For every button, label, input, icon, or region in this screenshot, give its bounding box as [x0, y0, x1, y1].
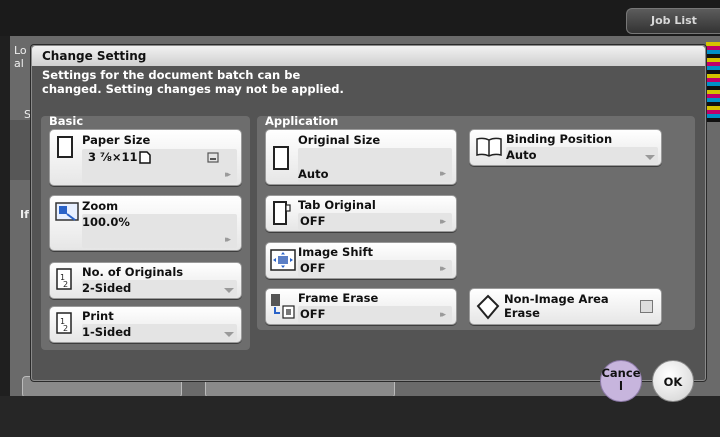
chevron-right-icon: ▸▸ [440, 169, 446, 179]
basic-panel: Basic Paper Size 3 ⅞×11 ▸▸ Zoom 100.0% ▸… [41, 114, 250, 350]
original-size-button[interactable]: Original Size Auto ▸▸ [265, 129, 457, 185]
print-label: Print [82, 309, 114, 323]
job-list-button[interactable]: Job List [626, 8, 720, 34]
chevron-right-icon: ▸▸ [225, 170, 231, 180]
frame-erase-icon [271, 294, 295, 319]
svg-text:2: 2 [63, 324, 68, 333]
dropdown-caret-icon [224, 288, 234, 293]
non-image-label-line1: Non-Image Area [504, 292, 609, 306]
application-panel: Application Original Size Auto ▸▸ Tab Or… [257, 114, 695, 330]
original-size-value: Auto [298, 167, 329, 181]
background-panel [10, 120, 32, 180]
basic-label: Basic [49, 114, 84, 128]
zoom-icon [55, 202, 79, 221]
chevron-right-icon: ▸▸ [440, 310, 446, 320]
frame-erase-button[interactable]: Frame Erase OFF ▸▸ [265, 288, 457, 325]
frame-erase-value: OFF [300, 307, 326, 321]
chevron-right-icon: ▸▸ [440, 217, 446, 227]
tray-icon [207, 152, 219, 163]
dialog-message: Settings for the document batch can be c… [42, 68, 702, 96]
frame-erase-label: Frame Erase [298, 291, 379, 305]
originals-label: No. of Originals [82, 265, 184, 279]
top-bar [0, 0, 720, 36]
tab-original-label: Tab Original [298, 198, 376, 212]
zoom-label: Zoom [82, 199, 119, 213]
dropdown-caret-icon [224, 332, 234, 337]
binding-position-value: Auto [506, 148, 537, 162]
two-sided-original-icon: 12 [56, 268, 72, 290]
binding-position-label: Binding Position [506, 132, 613, 146]
paper-size-button[interactable]: Paper Size 3 ⅞×11 ▸▸ [49, 129, 242, 186]
originals-value: 2-Sided [82, 281, 132, 295]
toner-indicator [706, 42, 720, 122]
dialog-title: Change Setting [32, 46, 705, 66]
change-setting-dialog: Change Setting Settings for the document… [31, 45, 706, 402]
no-of-originals-button[interactable]: 12 No. of Originals 2-Sided [49, 262, 242, 299]
book-icon [476, 137, 502, 157]
svg-text:2: 2 [63, 280, 68, 289]
checkbox[interactable] [640, 300, 653, 313]
tab-original-value: OFF [300, 214, 326, 228]
message-line: changed. Setting changes may not be appl… [42, 82, 344, 96]
print-button[interactable]: 12 Print 1-Sided [49, 306, 242, 343]
paper-size-value: 3 ⅞×11 [88, 150, 138, 164]
non-image-label-line2: Erase [504, 306, 540, 320]
image-shift-button[interactable]: Image Shift OFF ▸▸ [265, 242, 457, 279]
cancel-button[interactable]: Cance l [600, 360, 642, 402]
print-sided-icon: 12 [56, 312, 72, 334]
original-size-label: Original Size [298, 133, 381, 147]
cancel-label-line2: l [619, 379, 623, 393]
message-line: Settings for the document batch can be [42, 68, 301, 82]
non-image-area-erase-button[interactable]: Non-Image Area Erase [469, 288, 662, 325]
tab-paper-icon [273, 201, 291, 225]
paper-size-label: Paper Size [82, 133, 151, 147]
paper-icon [57, 136, 73, 158]
chevron-right-icon: ▸▸ [440, 264, 446, 274]
non-image-erase-icon [476, 294, 500, 320]
portrait-paper-icon [139, 151, 151, 164]
zoom-button[interactable]: Zoom 100.0% ▸▸ [49, 195, 242, 251]
paper-icon [273, 146, 289, 170]
binding-position-button[interactable]: Binding Position Auto [469, 129, 662, 166]
image-shift-label: Image Shift [298, 245, 373, 259]
print-value: 1-Sided [82, 325, 132, 339]
dropdown-caret-icon [645, 155, 655, 160]
image-shift-icon [270, 249, 296, 271]
tab-original-button[interactable]: Tab Original OFF ▸▸ [265, 195, 457, 232]
zoom-value: 100.0% [82, 215, 130, 229]
chevron-right-icon: ▸▸ [225, 235, 231, 245]
bottom-bar [0, 396, 720, 437]
application-label: Application [265, 114, 339, 128]
ok-button[interactable]: OK [652, 360, 694, 402]
background-letter: S [24, 108, 31, 121]
image-shift-value: OFF [300, 261, 326, 275]
